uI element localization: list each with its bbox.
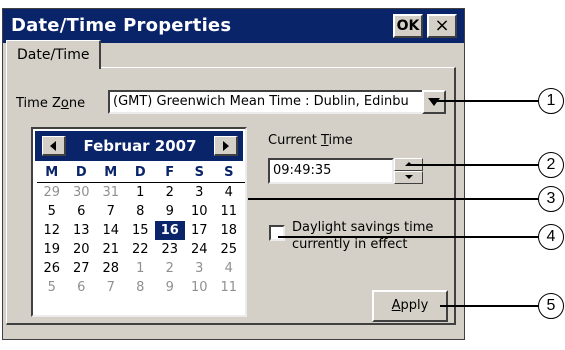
calendar-day[interactable]: 10: [185, 278, 215, 297]
weekday-label: D: [75, 165, 87, 180]
calendar-day[interactable]: 15: [126, 221, 156, 240]
timezone-label: Time Zone: [16, 96, 86, 111]
calendar-day[interactable]: 22: [126, 240, 156, 259]
next-month-button[interactable]: [214, 136, 238, 156]
callout-line-2: [408, 164, 540, 166]
callout-marker-4: 4: [538, 224, 564, 250]
calendar-day[interactable]: 4: [214, 259, 244, 278]
calendar-day[interactable]: 11: [214, 202, 244, 221]
calendar-day[interactable]: 3: [185, 183, 215, 202]
timezone-select[interactable]: (GMT) Greenwich Mean Time : Dublin, Edin…: [108, 90, 424, 114]
callout-marker-2: 2: [538, 152, 564, 178]
calendar-day[interactable]: 9: [155, 202, 185, 221]
calendar-week-row: 5 6 7 8 9 10 11: [37, 278, 245, 297]
calendar-day[interactable]: 5: [37, 278, 67, 297]
calendar-day[interactable]: 27: [67, 259, 97, 278]
calendar: Februar 2007 M D M D F S S 29 30 31 1 2 3 4 5 6 7 8 9 10 11 1…: [31, 127, 247, 317]
apply-button[interactable]: Apply: [372, 290, 448, 322]
weekday-label: M: [45, 165, 59, 180]
tab-date-time[interactable]: Date/Time: [6, 40, 102, 69]
calendar-day[interactable]: 2: [155, 183, 185, 202]
calendar-day[interactable]: 21: [96, 240, 126, 259]
calendar-month-title: Februar 2007: [83, 137, 197, 155]
calendar-week-row: 29 30 31 1 2 3 4: [37, 183, 245, 202]
weekday-label: S: [224, 165, 234, 180]
calendar-day[interactable]: 13: [67, 221, 97, 240]
calendar-day[interactable]: 25: [214, 240, 244, 259]
calendar-header: Februar 2007: [35, 131, 243, 161]
current-time-input[interactable]: 09:49:35: [268, 158, 394, 184]
calendar-day[interactable]: 30: [67, 183, 97, 202]
close-button[interactable]: ×: [427, 14, 457, 38]
calendar-day[interactable]: 1: [126, 259, 156, 278]
calendar-day[interactable]: 29: [37, 183, 67, 202]
calendar-day[interactable]: 4: [214, 183, 244, 202]
weekday-label: S: [194, 165, 204, 180]
calendar-day[interactable]: 2: [155, 259, 185, 278]
weekday-label: D: [134, 165, 146, 180]
calendar-week-row: 19 20 21 22 23 24 25: [37, 240, 245, 259]
calendar-day[interactable]: 19: [37, 240, 67, 259]
ok-button[interactable]: OK: [393, 14, 423, 38]
calendar-day[interactable]: 31: [96, 183, 126, 202]
calendar-day[interactable]: 8: [126, 202, 156, 221]
callout-marker-1: 1: [538, 88, 564, 114]
calendar-day[interactable]: 24: [185, 240, 215, 259]
calendar-day[interactable]: 26: [37, 259, 67, 278]
weekday-label: F: [165, 165, 175, 180]
calendar-day[interactable]: 23: [155, 240, 185, 259]
calendar-day[interactable]: 3: [185, 259, 215, 278]
weekday-label: M: [104, 165, 118, 180]
calendar-day[interactable]: 6: [67, 278, 97, 297]
calendar-day[interactable]: 10: [185, 202, 215, 221]
previous-month-button[interactable]: [42, 136, 66, 156]
calendar-day[interactable]: 14: [96, 221, 126, 240]
calendar-day[interactable]: 7: [96, 202, 126, 221]
calendar-grid: M D M D F S S 29 30 31 1 2 3 4 5 6 7 8 9 10 11 12 13 14 15 16 17 18…: [37, 163, 245, 297]
calendar-day[interactable]: 5: [37, 202, 67, 221]
calendar-week-row: 12 13 14 15 16 17 18: [37, 221, 245, 240]
calendar-week-row: 26 27 28 1 2 3 4: [37, 259, 245, 278]
callout-line-1: [434, 100, 540, 102]
calendar-day[interactable]: 8: [126, 278, 156, 297]
callout-marker-3: 3: [538, 186, 564, 212]
calendar-day[interactable]: 17: [185, 221, 215, 240]
calendar-day[interactable]: 28: [96, 259, 126, 278]
calendar-day[interactable]: 1: [126, 183, 156, 202]
calendar-day[interactable]: 9: [155, 278, 185, 297]
window-title: Date/Time Properties: [11, 15, 232, 36]
daylight-savings-checkbox[interactable]: [269, 225, 285, 241]
calendar-week-row: 5 6 7 8 9 10 11: [37, 202, 245, 221]
calendar-day-selected[interactable]: 16: [155, 221, 185, 240]
calendar-day[interactable]: 7: [96, 278, 126, 297]
timezone-dropdown-button[interactable]: [422, 90, 446, 114]
calendar-day[interactable]: 11: [214, 278, 244, 297]
current-time-label: Current Time: [268, 133, 353, 148]
weekday-header-row: MDMDFSS: [37, 163, 245, 183]
callout-line-4: [278, 236, 540, 238]
calendar-day[interactable]: 12: [37, 221, 67, 240]
calendar-day[interactable]: 20: [67, 240, 97, 259]
title-bar: Date/Time Properties OK ×: [3, 9, 464, 43]
calendar-day[interactable]: 6: [67, 202, 97, 221]
callout-line-5: [440, 305, 540, 307]
calendar-day[interactable]: 18: [214, 221, 244, 240]
callout-line-3: [248, 198, 540, 200]
callout-marker-5: 5: [538, 293, 564, 319]
time-decrement-button[interactable]: [394, 171, 423, 184]
